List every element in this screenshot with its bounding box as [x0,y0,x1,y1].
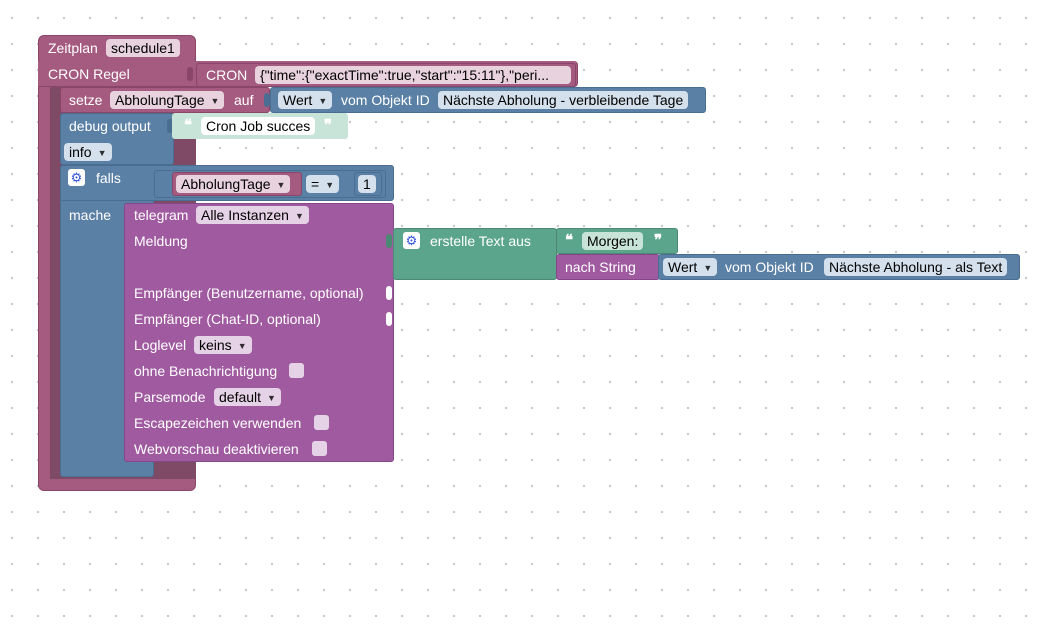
compare-operator-value: = [311,176,320,192]
recipient-chat-label: Empfänger (Chat-ID, optional) [134,311,321,327]
recipient-chat-connector[interactable] [386,312,392,326]
number-field[interactable]: 1 [358,175,376,193]
if-label: falls [96,170,121,186]
dropdown-arrow-icon: ▼ [325,180,335,190]
telegram-label: telegram [134,207,189,223]
schedule-label: Zeitplan [48,40,98,56]
dropdown-arrow-icon: ▼ [267,393,276,403]
loglevel-dropdown[interactable]: keins ▼ [194,336,252,354]
from-object-label-2: vom Objekt ID [725,259,814,275]
text-morgen-field[interactable]: Morgen: [582,232,644,250]
object-id-field[interactable]: Nächste Abholung - verbleibende Tage [438,91,689,109]
dropdown-arrow-icon: ▼ [237,341,247,351]
quote-close-icon: ❞ [654,232,663,249]
parsemode-label: Parsemode [134,389,206,405]
to-string-label: nach String [565,259,636,275]
silent-label: ohne Benachrichtigung [134,363,278,379]
text-join-label: erstelle Text aus [430,233,531,249]
object-attr-value: Wert [283,92,313,108]
parsemode-value: default [219,389,262,405]
parsemode-dropdown[interactable]: default ▼ [214,388,281,406]
compare-variable-dropdown[interactable]: AbholungTage ▼ [176,175,291,193]
message-label: Meldung [134,233,188,249]
loglevel-label: Loglevel [134,337,187,353]
compare-variable-value: AbholungTage [181,176,271,192]
cron-block-label: CRON [206,67,248,83]
quote-open-icon: ❝ [565,232,574,249]
quote-close-icon: ❞ [324,117,333,134]
compare-operator-dropdown[interactable]: = ▼ [306,175,340,193]
recipient-user-label: Empfänger (Benutzername, optional) [134,285,364,301]
escape-label: Escapezeichen verwenden [134,415,302,431]
loglevel-value: keins [199,337,232,353]
webpreview-label: Webvorschau deaktivieren [134,441,299,457]
gear-icon[interactable]: ⚙ [403,232,420,249]
object-id-field-2[interactable]: Nächste Abholung - als Text [824,258,1008,276]
dropdown-arrow-icon: ▼ [294,211,304,221]
cron-input-connector [187,67,193,81]
recipient-user-connector[interactable] [386,286,392,300]
from-object-label: vom Objekt ID [341,92,430,108]
gear-icon[interactable]: ⚙ [68,169,85,186]
debug-label: debug output [69,118,151,134]
dropdown-arrow-icon: ▼ [97,148,107,158]
telegram-instance-value: Alle Instanzen [201,207,289,223]
dropdown-arrow-icon: ▼ [210,96,220,106]
quote-open-icon: ❝ [184,117,193,134]
object-attr-dropdown[interactable]: Wert ▼ [278,91,333,109]
debug-level-dropdown[interactable]: info ▼ [64,143,112,161]
set-to-label: auf [234,92,254,108]
dropdown-arrow-icon: ▼ [276,180,286,190]
debug-text-field[interactable]: Cron Job succes [201,117,316,135]
telegram-instance-dropdown[interactable]: Alle Instanzen ▼ [196,206,309,224]
dropdown-arrow-icon: ▼ [703,263,713,273]
object-attr-dropdown-2[interactable]: Wert ▼ [663,258,718,276]
object-attr-value-2: Wert [668,259,698,275]
message-input-connector [386,234,392,248]
silent-checkbox[interactable] [289,363,304,378]
schedule-name-field[interactable]: schedule1 [106,39,180,57]
webpreview-checkbox[interactable] [312,441,327,456]
escape-checkbox[interactable] [314,415,329,430]
debug-level-value: info [69,144,92,160]
set-label: setze [69,92,103,108]
dropdown-arrow-icon: ▼ [318,96,328,106]
do-label: mache [69,207,112,223]
cron-value-field[interactable]: {"time":{"exactTime":true,"start":"15:11… [255,66,571,84]
cron-rule-label: CRON Regel [48,66,130,82]
set-variable-dropdown[interactable]: AbholungTage ▼ [110,91,225,109]
set-variable-value: AbholungTage [115,92,205,108]
